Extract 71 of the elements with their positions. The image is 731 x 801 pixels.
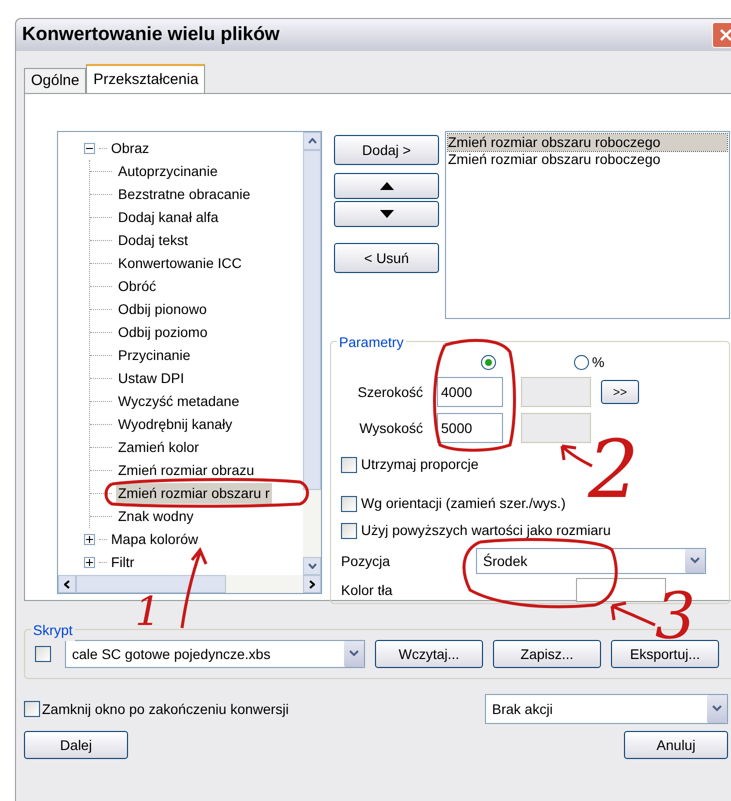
list-item[interactable]: Zmień rozmiar obszaru roboczego — [448, 134, 727, 151]
number-field[interactable]: 4000 — [437, 377, 503, 407]
expand-icon[interactable] — [84, 557, 95, 568]
checkbox[interactable] — [341, 522, 357, 538]
scroll-down-icon — [308, 563, 316, 569]
script-dropdown[interactable]: cale SC gotowe pojedyncze.xbs — [65, 640, 365, 668]
collapse-icon[interactable] — [84, 143, 95, 154]
horizontal-scrollbar[interactable] — [58, 575, 321, 593]
field-label: Kolor tła — [341, 580, 394, 600]
down-arrow-icon — [380, 210, 394, 218]
checkbox-label: Użyj powyższych wartości jako rozmiaru — [361, 521, 611, 540]
tree-item[interactable]: Autoprzycinanie — [116, 161, 220, 182]
checkbox[interactable] — [24, 701, 40, 717]
position-dropdown[interactable]: Środek — [476, 548, 706, 574]
tree-item[interactable]: Obraz — [111, 138, 150, 159]
tree-item[interactable]: Zmień rozmiar obszaru r — [116, 483, 272, 504]
checkbox[interactable] — [341, 496, 357, 512]
tree-item[interactable]: Wyodrębnij kanały — [116, 414, 234, 435]
tree-item[interactable]: Obróć — [116, 276, 158, 297]
list-button[interactable]: < Usuń — [334, 243, 439, 273]
tree-item[interactable]: Dodaj kanał alfa — [116, 207, 220, 228]
unit-label: % — [592, 352, 604, 372]
script-button[interactable]: Zapisz... — [493, 640, 601, 668]
tree-item[interactable]: Odbij pionowo — [116, 299, 209, 320]
checkbox[interactable] — [35, 646, 51, 662]
radio-button[interactable] — [574, 354, 589, 370]
vertical-scrollbar[interactable] — [303, 132, 321, 575]
field-label: Szerokość — [356, 382, 424, 402]
move-up-button[interactable] — [334, 173, 439, 199]
annotation-arrow — [610, 602, 656, 626]
tree-item[interactable]: Dodaj tekst — [116, 230, 190, 251]
tree-item[interactable]: Odbij poziomo — [116, 322, 210, 343]
scroll-up-icon — [308, 138, 316, 144]
tree-item[interactable]: Bezstratne obracanie — [116, 184, 252, 205]
tab[interactable]: Przekształcenia — [86, 64, 206, 94]
script-button[interactable]: Eksportuj... — [611, 640, 719, 668]
field-label: Pozycja — [341, 552, 392, 571]
expand-icon[interactable] — [84, 534, 95, 545]
close-icon — [719, 28, 731, 42]
scroll-left-icon — [64, 580, 70, 588]
percent-field[interactable] — [521, 377, 591, 407]
radio-button[interactable] — [481, 354, 496, 370]
number-field[interactable]: 5000 — [437, 413, 503, 443]
scroll-right-icon — [309, 580, 315, 588]
up-arrow-icon — [380, 182, 394, 190]
window-title: Konwertowanie wielu plików — [22, 22, 281, 47]
action-dropdown[interactable]: Brak akcji — [485, 694, 728, 724]
next-button[interactable]: Dalej — [24, 731, 128, 759]
tree-item[interactable]: Mapa kolorów — [111, 529, 198, 550]
tree-item[interactable]: Przycinanie — [116, 345, 192, 366]
tree-item[interactable]: Zamień kolor — [116, 437, 201, 458]
tree-item[interactable]: Wyczyść metadane — [116, 391, 242, 412]
tree-item[interactable]: Ustaw DPI — [116, 368, 186, 389]
tree-item[interactable]: Filtr — [111, 552, 134, 573]
tree-item[interactable]: Zmień rozmiar obrazu — [116, 460, 256, 481]
tree-item[interactable]: Znak wodny — [116, 506, 196, 527]
field-label: Wysokość — [358, 418, 424, 438]
list-button[interactable]: Dodaj > — [334, 135, 439, 165]
tree-item[interactable]: Konwertowanie ICC — [116, 253, 244, 274]
checkbox-label: Utrzymaj proporcje — [361, 455, 478, 474]
annotation-number: 2 — [588, 430, 639, 510]
tab[interactable]: Ogólne — [24, 68, 86, 93]
annotation-number: 1 — [135, 592, 160, 632]
script-button[interactable]: Wczytaj... — [375, 640, 483, 668]
checkbox-label: Zamknij okno po zakończeniu konwersji — [42, 700, 290, 719]
checkbox[interactable] — [341, 456, 357, 472]
cancel-button[interactable]: Anuluj — [624, 731, 728, 759]
copy-button[interactable]: >> — [601, 380, 639, 404]
move-down-button[interactable] — [334, 201, 439, 227]
list-item[interactable]: Zmień rozmiar obszaru roboczego — [448, 151, 727, 168]
checkbox-label: Wg orientacji (zamień szer./wys.) — [361, 494, 566, 513]
